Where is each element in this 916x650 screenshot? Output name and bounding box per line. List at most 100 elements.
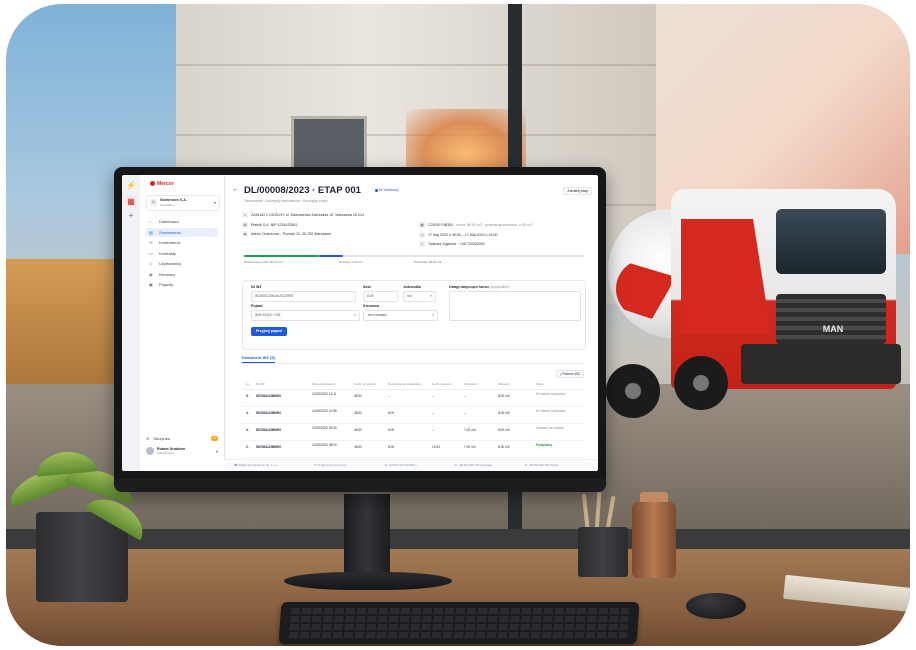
cell-wz: WZ/54412/MN/00 (256, 445, 281, 449)
inbox-label: Skrzynka (153, 435, 170, 441)
monitor-base (284, 572, 452, 590)
cell-departure: – (432, 428, 434, 432)
bolt-icon[interactable]: ⚡ (126, 181, 136, 191)
info-muted: suma: 80,00 m3 · przetransportowano: 0,0… (456, 223, 532, 227)
column-header[interactable]: Odległość (464, 380, 477, 389)
tab-wz-documents[interactable]: Dokument WZ (5) (242, 355, 275, 363)
cell-status: Podpisany (536, 443, 553, 447)
footer-contact[interactable]: ☏ +48 600 300 400 Serwis (524, 463, 559, 467)
monitor-stand (344, 494, 390, 580)
sidebar-item-label: Kontrahenci (159, 240, 181, 245)
cell-lp: 5. (246, 394, 249, 398)
sidebar-item-label: Pojazdy (159, 282, 174, 287)
vehicle-label: Pojazd (251, 304, 263, 308)
cell-unload: – (388, 394, 390, 398)
cell-unload: 8:00 (388, 428, 395, 432)
inbox-badge: 12 (210, 435, 218, 441)
close-stage-button[interactable]: Zamknij etap (563, 187, 592, 195)
cell-status: Dotarcie na miejsce (536, 426, 564, 430)
chevron-down-icon: ▾ (354, 313, 356, 317)
table-row[interactable]: 3. WZ/54412/MN/00 21/05/2022 09:30 08:30 8:0… (242, 424, 584, 441)
qty-input[interactable]: 8,00 (363, 291, 398, 302)
column-header[interactable]: Rozpoczęcie rozładunku (388, 380, 421, 389)
jar (632, 502, 676, 578)
driver-label: Kierowca (363, 304, 379, 308)
footer-contact[interactable]: ☏ +48 600 200 300 Logistyka (454, 463, 492, 467)
unit-label: Jednostka (403, 285, 421, 289)
truck-grille (776, 294, 886, 344)
driver-select[interactable]: Jan Kowalski ▾ (363, 310, 438, 321)
sidebar-item-inbox[interactable]: ✉ Skrzynka 12 (146, 434, 218, 442)
company-switcher[interactable]: ⌂ Starbronex S.A. Kontraktor ▾ (146, 195, 220, 211)
column-header[interactable]: Data wystawienia (312, 380, 335, 389)
pen-holder (578, 527, 628, 577)
download-wz-button[interactable]: ⤓ Pobierz WZ (555, 370, 584, 378)
progress-label-remaining: Pozostało: 80,00 m3 (414, 260, 442, 264)
wz-input[interactable]: WZ/00/1234/14/2022/876 (251, 291, 356, 302)
sidebar-item-label: Kierowcy (159, 271, 176, 277)
cell-date: 21/05/2022 12:11 (312, 392, 337, 396)
cell-distance: 7,00 m3 (464, 428, 476, 432)
sidebar-item-5[interactable]: ◉ Kierowcy (146, 270, 218, 279)
notes-textarea[interactable] (449, 291, 581, 321)
keyboard (278, 602, 640, 644)
arrow-left-icon[interactable]: ← (232, 186, 239, 193)
info-line: ◉ Adres: Graniczna – Poznań 12, 00-700 Wa… (242, 230, 422, 238)
status-badge: W realizacji (375, 188, 398, 192)
info-icon: ⌂ (242, 212, 248, 218)
main-content: ← DL/00008/2023 · ETAP 001 W realizacji … (224, 175, 598, 471)
footer-contact[interactable]: ✉ info@dyspozytor.com.pl (314, 463, 347, 467)
cell-arrival: 08:30 (354, 411, 362, 415)
info-line: ☺ Tadeusz Zygmunt · +48 700200900 (419, 240, 598, 248)
column-header[interactable]: Wartość (498, 380, 509, 389)
unit-select[interactable]: m3 ▾ (403, 291, 436, 302)
plus-icon[interactable]: + (126, 211, 136, 221)
nav-icon: ◉ (149, 271, 153, 277)
user-menu[interactable]: Robert Grudzień Administrator ▾ (146, 445, 218, 457)
info-icon: ☺ (419, 241, 425, 247)
delivery-progress: Dostarczono 0,00 / 80,00 m3 W trasie: 0,… (244, 255, 584, 265)
chevron-down-icon: ▾ (430, 294, 432, 298)
sidebar-item-2[interactable]: ☷ Kontrahenci (146, 238, 218, 247)
info-icon: ◉ (242, 231, 248, 237)
company-role: Kontraktor (160, 203, 174, 207)
column-header[interactable]: Status (536, 380, 545, 389)
chevron-down-icon: ▾ (215, 448, 218, 454)
cell-date: 21/05/2022 08:00 (312, 443, 337, 447)
column-header[interactable]: Lp. (246, 380, 250, 389)
sidebar-item-3[interactable]: ▭ Kontrakty (146, 249, 218, 258)
table-row[interactable]: 2. WZ/54412/MN/00 21/05/2022 08:00 08:30 8:0… (242, 441, 584, 458)
cell-distance: – (464, 394, 466, 398)
sidebar-item-6[interactable]: ▣ Pojazdy (146, 280, 218, 289)
sidebar-item-label: Użytkownicy (159, 261, 182, 266)
table-row[interactable]: 4. WZ/54412/MN/00 21/05/2022 10:55 08:30 8:0… (242, 407, 584, 424)
column-header[interactable]: Nr WZ (256, 380, 265, 389)
qty-label: Ilość (363, 285, 372, 289)
grid-icon[interactable]: ▦ (126, 197, 136, 207)
info-text: C25/30 F4B300 (428, 223, 454, 227)
sidebar-nav: ⌂ Dashboard ▤ Zamówienia ☷ Kontrahenci ▭ Kontra… (146, 217, 218, 291)
info-text: Adres: Graniczna – Poznań 12, 00-700 War… (251, 232, 331, 236)
cell-value: 8,00 m3 (498, 394, 510, 398)
brand-logo[interactable]: Mercor (150, 181, 174, 187)
footer-contact[interactable]: ☏ +48 600 100 200 Biuro (384, 463, 417, 467)
cell-distance: 7,00 m3 (464, 445, 476, 449)
vehicle-select[interactable]: WW 23412 / T06 ▾ (251, 310, 360, 321)
accept-vehicle-button[interactable]: Przyjmij pojazd (251, 327, 288, 336)
column-header[interactable]: Godz. wyjazdu (432, 380, 452, 389)
sidebar-item-0[interactable]: ⌂ Dashboard (146, 217, 218, 226)
table-row[interactable]: 5. WZ/54412/MN/00 21/05/2022 12:11 08:30 – – –… (242, 390, 584, 407)
avatar (146, 447, 154, 455)
notes-label: Uwagi dotyczące kursu (opcjonalne) (449, 285, 510, 289)
sidebar-item-1[interactable]: ▤ Zamówienia (146, 227, 218, 237)
sidebar-item-label: Dashboard (159, 219, 179, 224)
cell-departure: – (432, 394, 434, 398)
icon-rail: ⚡ ▦ + (122, 175, 141, 471)
footer-contact[interactable]: ☎ Zakład: Nowak Beton Sp. z o.o. (234, 463, 277, 467)
info-text: ZAKŁAD 1 OGÓLNY, ul. Mazowiecka Zachodni… (251, 213, 365, 217)
delivery-info: ▦ C25/30 F4B300 suma: 80,00 m3 · przetrans… (419, 221, 598, 250)
truck-wheel (674, 356, 728, 410)
column-header[interactable]: Godz. przyjazdu (354, 380, 376, 389)
sidebar-item-4[interactable]: ☺ Użytkownicy (146, 259, 218, 268)
building-icon: ⌂ (150, 199, 157, 206)
